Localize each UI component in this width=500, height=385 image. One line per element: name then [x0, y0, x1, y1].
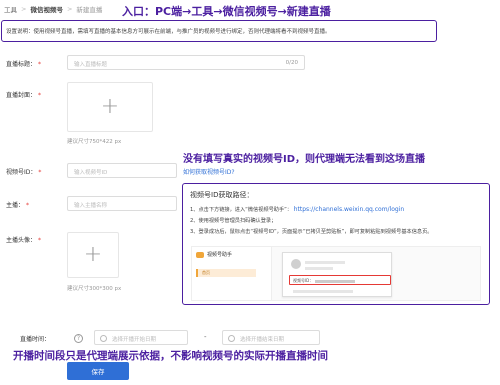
start-date-placeholder: 选择开播开始日期	[112, 337, 157, 343]
butterfly-icon	[196, 251, 204, 258]
avatar-upload[interactable]: +	[67, 232, 119, 278]
settings-notice: 设置说明：使用视频号直播，需填写直播的基本信息方可展示在前端，与推广员的视频号进…	[1, 20, 437, 42]
clock-icon	[100, 335, 107, 342]
clock-icon	[228, 335, 235, 342]
plus-icon: +	[100, 94, 120, 119]
popup-step-3: 3、登录成功后，鼠标点击“视频号ID”，页面提示“已拷贝至剪贴板”，即可复制粘贴…	[190, 229, 433, 235]
avatar-size-hint: 建议尺寸300*300 px	[67, 286, 122, 292]
breadcrumb-item-current: 新建直播	[76, 6, 103, 14]
save-button[interactable]: 保存	[67, 362, 129, 380]
breadcrumb-separator: >	[21, 5, 27, 13]
title-input[interactable]: 输入直播标题 0/20	[67, 55, 305, 70]
screenshot-profile-card: 视频号ID：	[282, 252, 392, 297]
screenshot-id-highlight: 视频号ID：	[289, 275, 391, 285]
host-placeholder: 输入主播名称	[74, 203, 108, 209]
annotation-video-id-warning: 没有填写真实的视频号ID，则代理端无法看到这场直播	[183, 154, 426, 165]
annotation-time-note: 开播时间段只是代理端展示依据，不影响视频号的实际开播直播时间	[13, 350, 328, 362]
question-icon[interactable]: ?	[74, 334, 83, 343]
start-date-picker[interactable]: 选择开播开始日期	[94, 330, 188, 345]
video-id-help-popup: 视频号ID获取路径： 1、点击下方链接，进入“微信视频号助手”： https:/…	[182, 183, 490, 305]
breadcrumb: 工具 > 微信视频号 > 新建直播	[4, 4, 102, 14]
breadcrumb-item-wechat-channels[interactable]: 微信视频号	[30, 4, 63, 14]
how-to-get-video-id-link[interactable]: 如何获取视频号ID?	[183, 167, 235, 176]
popup-step-2: 2、使用视频号管理员扫码确认登录；	[190, 218, 277, 224]
end-date-picker[interactable]: 选择开播结束日期	[222, 330, 320, 345]
screenshot-menu-home: 首页	[196, 269, 256, 277]
channels-assistant-screenshot: 视频号助手 首页 视频号ID：	[191, 246, 481, 301]
title-label: 直播标题： *	[6, 61, 42, 68]
cover-upload[interactable]: +	[67, 82, 153, 132]
time-label: 直播时间：	[20, 336, 51, 343]
breadcrumb-item-tools[interactable]: 工具	[4, 4, 17, 14]
title-placeholder: 输入直播标题	[74, 62, 108, 68]
screenshot-logo: 视频号助手	[196, 251, 267, 258]
screenshot-app-name: 视频号助手	[207, 252, 233, 258]
breadcrumb-separator: >	[66, 5, 73, 13]
title-char-counter: 0/20	[285, 60, 298, 66]
video-id-input[interactable]: 输入视频号ID	[67, 163, 177, 178]
annotation-entry-path: 入口：PC端→工具→微信视频号→新建直播	[122, 5, 331, 18]
cover-size-hint: 建议尺寸750*422 px	[67, 139, 122, 145]
popup-title: 视频号ID获取路径：	[190, 191, 254, 199]
plus-icon: +	[83, 242, 103, 267]
screenshot-sidebar: 视频号助手 首页	[192, 247, 272, 300]
screenshot-main: 视频号ID：	[272, 247, 480, 300]
avatar-label: 主播头像： *	[6, 237, 42, 244]
channels-login-link[interactable]: https://channels.weixin.qq.com/login	[294, 206, 404, 213]
end-date-placeholder: 选择开播结束日期	[240, 337, 285, 343]
host-input[interactable]: 输入主播名称	[67, 196, 177, 211]
video-id-label: 视频号ID： *	[6, 169, 42, 176]
screenshot-avatar	[291, 259, 301, 269]
date-range-separator: -	[204, 333, 207, 341]
video-id-placeholder: 输入视频号ID	[74, 170, 108, 176]
cover-label: 直播封面： *	[6, 92, 42, 99]
popup-step-1: 1、点击下方链接，进入“微信视频号助手”： https://channels.w…	[190, 206, 405, 213]
host-label: 主播： *	[6, 202, 30, 209]
